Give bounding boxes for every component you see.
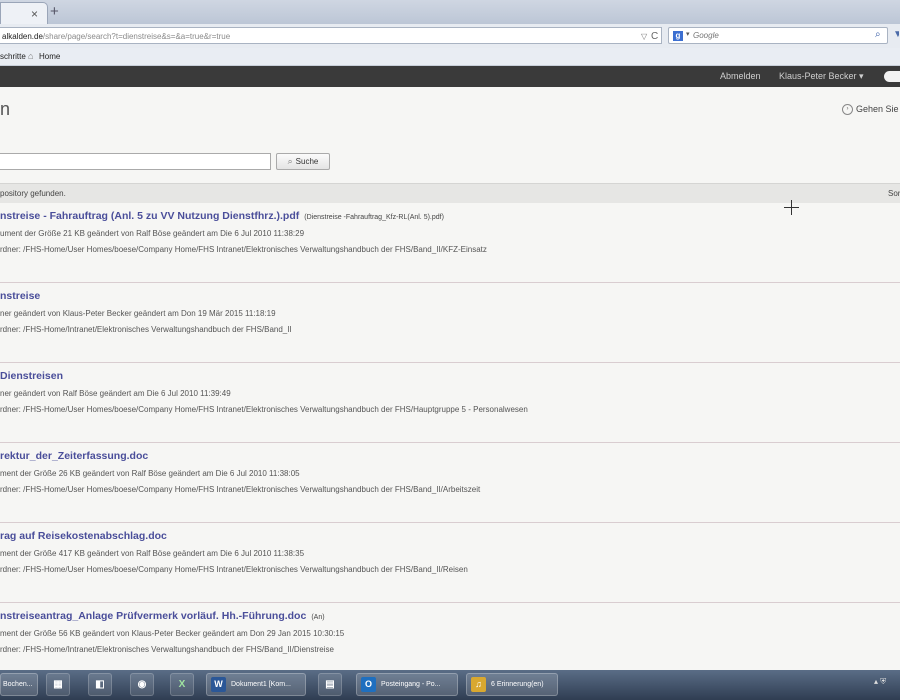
result-summary-bar: pository gefunden. Sor <box>0 183 900 203</box>
bell-icon: ♫ <box>471 677 486 692</box>
word-icon: W <box>211 677 226 692</box>
results-list: nstreise - Fahrauftrag (Anl. 5 zu VV Nut… <box>0 203 900 682</box>
taskbar-app-explorer[interactable]: ▤ <box>318 673 342 696</box>
search-button-label: Suche <box>295 157 319 166</box>
result-path[interactable]: rdner: /FHS-Home/Intranet/Elektronisches… <box>0 325 292 334</box>
excel-icon: X <box>178 679 186 690</box>
calculator-icon: ▦ <box>53 679 63 690</box>
result-title-link[interactable]: Dienstreisen <box>0 370 63 382</box>
result-filename: (Dienstreise -Fahrauftrag_Kfz-RL(Anl. 5)… <box>304 214 444 221</box>
result-title-link[interactable]: nstreise - Fahrauftrag (Anl. 5 zu VV Nut… <box>0 210 444 222</box>
browser-tab-strip: × + <box>0 0 900 25</box>
browser-search-box: g ▾ ⌕ <box>668 27 888 44</box>
result-path[interactable]: rdner: /FHS-Home/User Homes/boese/Compan… <box>0 485 480 494</box>
result-meta: ment der Größe 56 KB geändert von Klaus-… <box>0 629 345 638</box>
url-path: /share/page/search?t=dienstreise&s=&a=tr… <box>42 32 231 41</box>
sort-link[interactable]: Sor <box>888 184 900 203</box>
app-header: Abmelden Klaus-Peter Becker ▾ <box>0 66 900 87</box>
result-path[interactable]: rdner: /FHS-Home/User Homes/boese/Compan… <box>0 405 528 414</box>
taskbar-outlook-inbox[interactable]: O Posteingang - Po... <box>356 673 458 696</box>
taskbar-app-excel[interactable]: X <box>170 673 194 696</box>
browser-nav-bar: alkalden.de/share/page/search?t=dienstre… <box>0 24 900 49</box>
result-filename: (An) <box>311 614 325 621</box>
result-title-text[interactable]: rag auf Reisekostenabschlag.doc <box>0 530 167 542</box>
close-tab-icon[interactable]: × <box>31 7 38 21</box>
reload-icon[interactable]: C <box>651 28 658 45</box>
windows-taskbar: Bochen... ▦ ◧ ◉ X W Dokument1 [Kom... ▤ O… <box>0 670 900 700</box>
result-meta: ner geändert von Ralf Böse geändert am D… <box>0 389 231 398</box>
browser-tab[interactable]: × <box>0 2 48 25</box>
result-title-link[interactable]: nstreiseantrag_Anlage Prüfvermerk vorläu… <box>0 610 325 622</box>
result-title-text[interactable]: nstreiseantrag_Anlage Prüfvermerk vorläu… <box>0 610 306 622</box>
taskbar-app-firefox[interactable]: ◉ <box>130 673 154 696</box>
folder-icon: ▤ <box>325 679 335 690</box>
toolbar-overflow-icon[interactable]: ▼ <box>893 29 899 41</box>
result-meta: ner geändert von Klaus-Peter Becker geän… <box>0 309 276 318</box>
result-count: pository gefunden. <box>0 189 66 198</box>
result-title-text[interactable]: nstreise <box>0 290 40 302</box>
bookmarks-bar: schritte ⌂ Home <box>0 48 900 66</box>
mail-app-icon: ◧ <box>95 679 105 690</box>
magnifier-icon: ⌕ <box>287 156 293 166</box>
bookmark-home-icon: ⌂ <box>28 51 34 61</box>
result-title-link[interactable]: rag auf Reisekostenabschlag.doc <box>0 530 167 542</box>
taskbar-label: 6 Erinnerung(en) <box>491 681 544 688</box>
bookmark-home[interactable]: Home <box>39 48 60 65</box>
taskbar-word-document[interactable]: W Dokument1 [Kom... <box>206 673 306 696</box>
user-menu[interactable]: Klaus-Peter Becker ▾ <box>779 71 864 82</box>
result-meta: ument der Größe 21 KB geändert von Ralf … <box>0 229 305 238</box>
result-path[interactable]: rdner: /FHS-Home/Intranet/Elektronisches… <box>0 645 334 654</box>
goto-label: Gehen Sie z <box>856 104 900 114</box>
taskbar-search-partial[interactable]: Bochen... <box>0 673 38 696</box>
taskbar-reminders[interactable]: ♫ 6 Erinnerung(en) <box>466 673 558 696</box>
new-tab-button[interactable]: + <box>50 3 59 20</box>
taskbar-app-calculator[interactable]: ▦ <box>46 673 70 696</box>
page-title: n <box>0 99 11 119</box>
bookmark-schritte[interactable]: schritte <box>0 48 26 65</box>
url-history-dropdown-icon[interactable]: ▽ <box>641 28 647 45</box>
list-item: Dienstreisen ner geändert von Ralf Böse … <box>0 363 900 443</box>
search-icon[interactable]: ⌕ <box>875 29 881 40</box>
arrow-circle-icon: › <box>842 104 853 116</box>
list-item: rektur_der_Zeiterfassung.doc ment der Gr… <box>0 443 900 523</box>
result-meta: ment der Größe 26 KB geändert von Ralf B… <box>0 469 300 478</box>
system-tray-icon[interactable]: ▴ ⛨ <box>874 677 886 687</box>
goto-link[interactable]: ›Gehen Sie z <box>842 104 900 116</box>
logout-link[interactable]: Abmelden <box>720 71 761 81</box>
url-host: alkalden.de <box>2 32 43 41</box>
taskbar-label: Posteingang - Po... <box>381 681 441 688</box>
result-title-link[interactable]: nstreise <box>0 290 40 302</box>
list-item: nstreise ner geändert von Klaus-Peter Be… <box>0 283 900 363</box>
result-title-text[interactable]: nstreise - Fahrauftrag (Anl. 5 zu VV Nut… <box>0 210 299 222</box>
list-item: nstreise - Fahrauftrag (Anl. 5 zu VV Nut… <box>0 203 900 283</box>
result-title-link[interactable]: rektur_der_Zeiterfassung.doc <box>0 450 148 462</box>
result-path[interactable]: rdner: /FHS-Home/User Homes/boese/Compan… <box>0 565 468 574</box>
google-icon[interactable]: g <box>673 31 683 41</box>
search-button[interactable]: ⌕ Suche <box>276 153 330 170</box>
list-item: rag auf Reisekostenabschlag.doc ment der… <box>0 523 900 603</box>
result-title-text[interactable]: rektur_der_Zeiterfassung.doc <box>0 450 148 462</box>
browser-app-icon: ◉ <box>137 679 147 690</box>
taskbar-app-outlook-classic[interactable]: ◧ <box>88 673 112 696</box>
taskbar-label: Dokument1 [Kom... <box>231 681 291 688</box>
header-search-toggle[interactable] <box>884 71 900 82</box>
crosshair-cursor-icon <box>784 200 799 215</box>
browser-search-input[interactable] <box>693 29 863 42</box>
taskbar-label: Bochen... <box>3 681 33 688</box>
result-path[interactable]: rdner: /FHS-Home/User Homes/boese/Compan… <box>0 245 487 254</box>
search-input[interactable] <box>0 153 271 170</box>
result-title-text[interactable]: Dienstreisen <box>0 370 63 382</box>
url-bar[interactable]: alkalden.de/share/page/search?t=dienstre… <box>0 27 662 44</box>
search-engine-dropdown-icon[interactable]: ▾ <box>686 30 690 38</box>
outlook-icon: O <box>361 677 376 692</box>
result-meta: ment der Größe 417 KB geändert von Ralf … <box>0 549 305 558</box>
